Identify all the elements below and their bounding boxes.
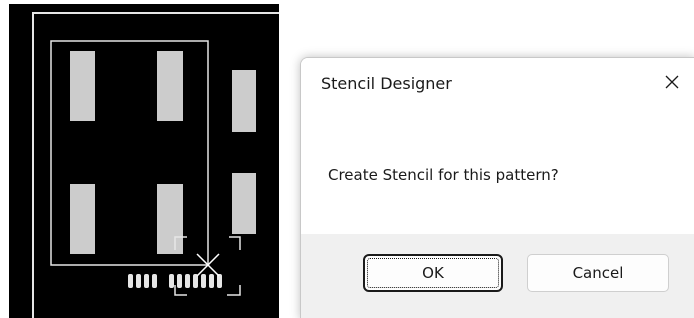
pad-1 <box>70 51 95 121</box>
cancel-button[interactable]: Cancel <box>527 254 669 292</box>
ok-button-label: OK <box>422 264 444 282</box>
pad-2 <box>157 51 183 121</box>
dialog-title: Stencil Designer <box>321 74 452 93</box>
pcb-canvas[interactable] <box>9 4 279 318</box>
pad-4 <box>157 184 183 254</box>
corner-mark <box>229 236 241 250</box>
ok-button[interactable]: OK <box>363 254 503 292</box>
close-button[interactable] <box>649 58 694 106</box>
dialog-footer: OK Cancel <box>301 234 694 318</box>
stencil-designer-dialog: Stencil Designer Create Stencil for this… <box>300 57 694 318</box>
pcb-drawing <box>32 12 279 318</box>
close-icon <box>665 75 679 89</box>
cancel-button-label: Cancel <box>572 264 624 282</box>
pad-6 <box>232 173 256 234</box>
board-outline <box>32 12 279 318</box>
pad-3 <box>70 184 95 254</box>
pad-5 <box>232 70 256 132</box>
dialog-message: Create Stencil for this pattern? <box>328 166 559 184</box>
screen: Stencil Designer Create Stencil for this… <box>0 0 694 318</box>
corner-mark <box>227 285 241 296</box>
dialog-content: Create Stencil for this pattern? <box>301 114 694 234</box>
dialog-titlebar[interactable]: Stencil Designer <box>301 58 694 114</box>
